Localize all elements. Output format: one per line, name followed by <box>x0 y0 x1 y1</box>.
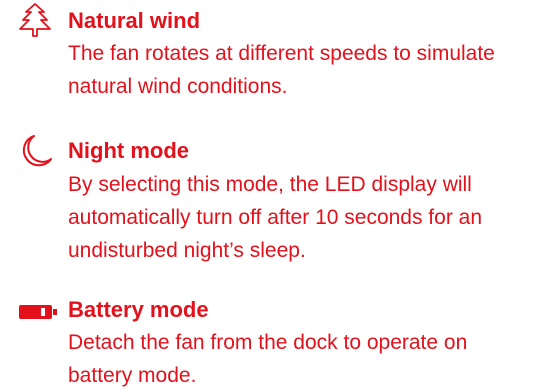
feature-title: Natural wind <box>68 8 201 33</box>
feature-title: Night mode <box>68 138 189 163</box>
feature-description: Detach the fan from the dock to operate … <box>68 331 468 387</box>
feature-description: By selecting this mode, the LED display … <box>68 173 483 262</box>
crescent-moon-icon <box>18 133 62 169</box>
feature-description: The fan rotates at different speeds to s… <box>68 42 495 98</box>
feature-title: Battery mode <box>68 297 209 322</box>
tree-icon <box>18 2 62 38</box>
battery-icon <box>18 294 62 330</box>
